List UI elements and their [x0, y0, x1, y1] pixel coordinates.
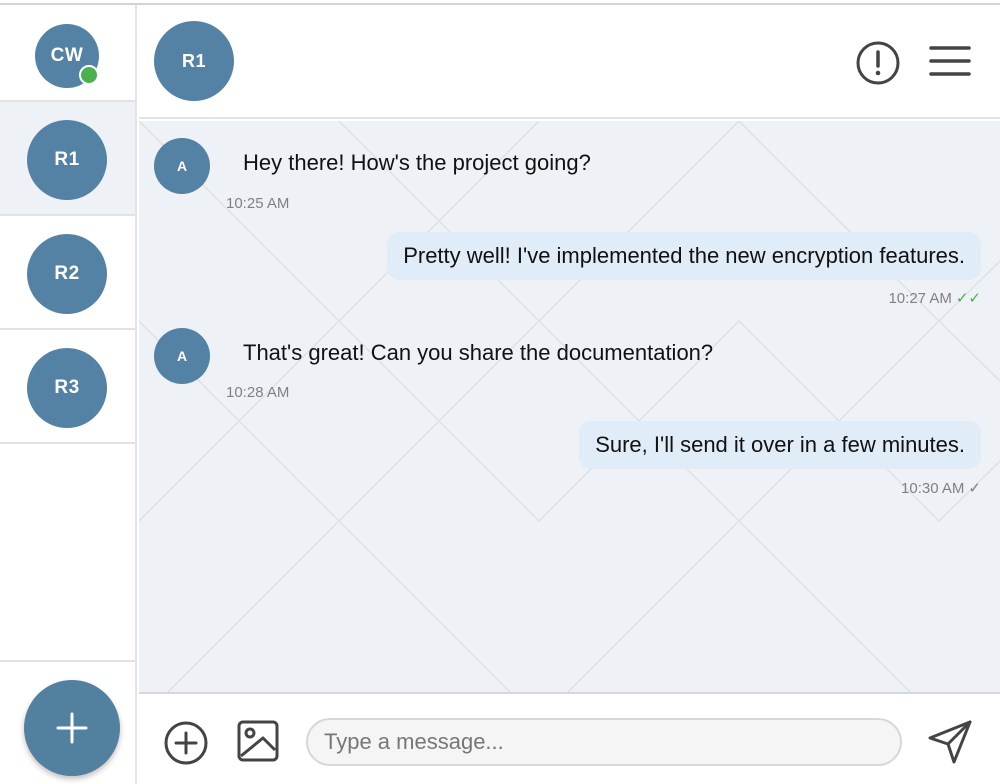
- message-time-row: 10:30 AM ✓: [901, 479, 981, 497]
- plus-icon: [56, 712, 88, 744]
- room-item-r1[interactable]: R1: [0, 102, 135, 216]
- send-icon[interactable]: [926, 718, 974, 766]
- chat-header: R1: [139, 5, 1000, 119]
- message-text: Pretty well! I've implemented the new en…: [403, 243, 965, 268]
- room-sidebar: CW R1 R2 R3: [0, 5, 137, 784]
- new-room-button[interactable]: [24, 680, 120, 776]
- room-item-r2[interactable]: R2: [0, 216, 135, 330]
- message-time: 10:28 AM: [226, 384, 290, 401]
- message-time: 10:25 AM: [226, 195, 290, 212]
- outgoing-message-bubble: Pretty well! I've implemented the new en…: [387, 232, 981, 280]
- message-time: 10:27 AM: [888, 290, 952, 307]
- message-time: 10:30 AM: [901, 480, 965, 497]
- image-upload-icon[interactable]: [235, 718, 281, 764]
- room-avatar: R2: [27, 234, 107, 314]
- room-avatar: R3: [27, 348, 107, 428]
- outgoing-message-bubble: Sure, I'll send it over in a few minutes…: [579, 421, 981, 469]
- info-icon[interactable]: [855, 40, 901, 86]
- message-time-row: 10:27 AM ✓✓: [888, 289, 981, 307]
- message-input[interactable]: [306, 718, 902, 766]
- sidebar-footer: [0, 660, 135, 784]
- message-composer: [139, 692, 1000, 784]
- message-list[interactable]: A Hey there! How's the project going? 10…: [139, 121, 1000, 692]
- sender-avatar: A: [154, 328, 210, 384]
- sent-receipt-icon: ✓: [968, 480, 981, 497]
- message-text: Hey there! How's the project going?: [243, 150, 591, 175]
- online-status-dot: [79, 65, 99, 85]
- add-attachment-icon[interactable]: [163, 720, 209, 766]
- read-receipt-icon: ✓✓: [955, 290, 981, 307]
- message-text: That's great! Can you share the document…: [243, 340, 714, 365]
- message-text: Sure, I'll send it over in a few minutes…: [595, 432, 965, 457]
- current-user-panel: CW: [0, 5, 135, 102]
- chat-room-avatar[interactable]: R1: [154, 21, 234, 101]
- hamburger-menu-icon[interactable]: [929, 43, 971, 79]
- sender-avatar: A: [154, 138, 210, 194]
- room-avatar: R1: [27, 120, 107, 200]
- room-item-r3[interactable]: R3: [0, 330, 135, 444]
